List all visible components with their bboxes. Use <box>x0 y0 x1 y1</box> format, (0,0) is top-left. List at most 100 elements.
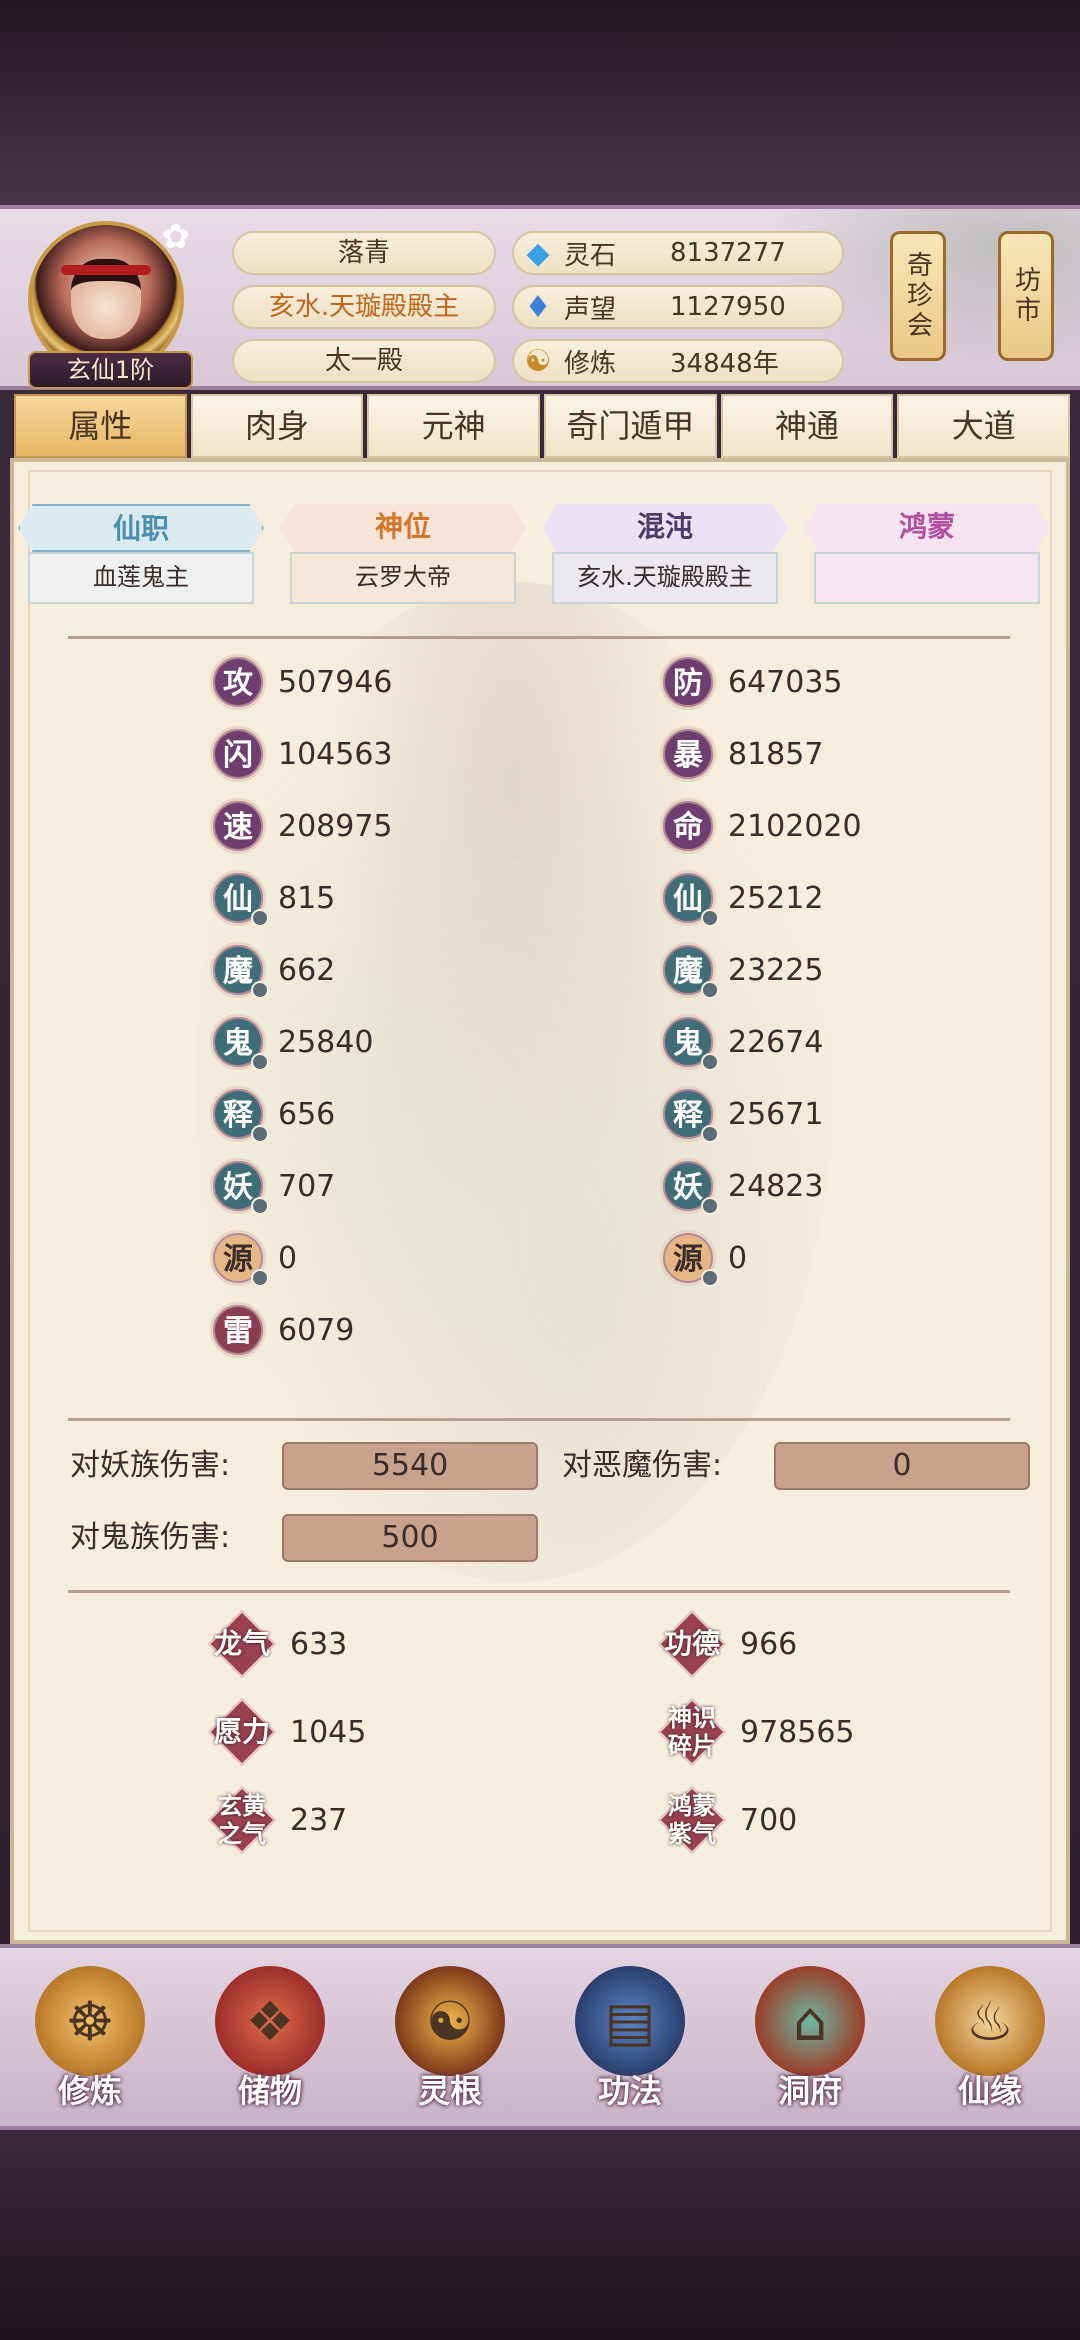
stat-char: 鬼 <box>673 1026 703 1061</box>
stat-ghost-atk: 鬼 25840 <box>210 1012 373 1072</box>
spirit-stone-icon: ◆ <box>526 235 550 271</box>
bottom-background <box>0 2130 1080 2340</box>
spiral-icon: ☯ <box>395 1966 505 2076</box>
damage-value: 5540 <box>282 1442 538 1490</box>
nav-spirit-root[interactable]: ☯ 灵根 <box>370 1942 530 2112</box>
stat-char: 释 <box>223 1098 253 1133</box>
stat-badge: 雷 <box>210 1302 266 1358</box>
title-tag-hongmeng[interactable]: 鸿蒙 <box>804 504 1050 552</box>
misc-label: 鸿蒙紫气 <box>668 1792 716 1848</box>
divider <box>68 1418 1010 1421</box>
info-icon <box>251 1197 269 1215</box>
misc-badge: 龙气 <box>210 1612 274 1676</box>
market-button[interactable]: 坊市 <box>998 231 1054 361</box>
player-header: ✿ 玄仙1阶 落青 亥水.天璇殿殿主 太一殿 ◆ 灵石 8137277 ♦ 声望… <box>0 205 1080 390</box>
top-background <box>0 0 1080 205</box>
divider <box>68 1590 1010 1593</box>
monk-icon: ☸ <box>35 1966 145 2076</box>
stat-badge: 防 <box>660 654 716 710</box>
shield-icon <box>701 909 719 927</box>
misc-label: 功德 <box>663 1627 720 1660</box>
stat-value: 815 <box>278 880 336 916</box>
title-value-hongmeng <box>814 552 1040 604</box>
nav-storage[interactable]: ❖ 储物 <box>190 1942 350 2112</box>
stat-source-atk: 源 0 <box>210 1228 297 1288</box>
resource-label: 声望 <box>564 294 617 325</box>
avatar[interactable]: ✿ 玄仙1阶 <box>28 217 193 389</box>
stat-attack: 攻 507946 <box>210 652 393 712</box>
resource-value: 1127950 <box>670 292 786 322</box>
nav-fate[interactable]: ♨ 仙缘 <box>910 1942 1070 2112</box>
nav-cave[interactable]: ⌂ 洞府 <box>730 1942 890 2112</box>
stat-char: 魔 <box>673 954 703 989</box>
player-name: 落青 <box>232 231 496 275</box>
stat-value: 208975 <box>278 808 393 844</box>
stat-char: 仙 <box>673 882 703 917</box>
tab-body[interactable]: 肉身 <box>190 394 364 458</box>
tab-attributes[interactable]: 属性 <box>14 394 187 458</box>
tab-qimen[interactable]: 奇门遁甲 <box>544 394 717 458</box>
title-value-divine-seat: 云罗大帝 <box>290 552 516 604</box>
resource-value: 8137277 <box>670 238 786 268</box>
resource-value: 34848年 <box>670 348 779 379</box>
treasure-button[interactable]: 奇珍会 <box>890 231 946 361</box>
title-tag-divine-seat[interactable]: 神位 <box>280 504 526 552</box>
stat-badge: 魔 <box>660 942 719 999</box>
stat-demon-def: 魔 23225 <box>660 940 823 1000</box>
palace-icon: ⌂ <box>755 1966 865 2076</box>
reputation-icon: ♦ <box>524 289 552 325</box>
book-icon: ▤ <box>575 1966 685 2076</box>
stat-value: 507946 <box>278 664 393 700</box>
info-icon <box>251 1053 269 1071</box>
nav-label: 灵根 <box>417 2072 482 2110</box>
stat-char: 鬼 <box>223 1026 253 1061</box>
stat-value: 656 <box>278 1096 336 1132</box>
stat-badge: 释 <box>660 1086 719 1143</box>
damage-label: 对妖族伤害: <box>70 1448 231 1483</box>
stat-badge: 鬼 <box>210 1014 269 1071</box>
stat-value: 647035 <box>728 664 843 700</box>
stat-char: 仙 <box>223 882 253 917</box>
misc-label: 龙气 <box>213 1627 270 1660</box>
stat-value: 6079 <box>278 1312 355 1348</box>
tab-spirit[interactable]: 元神 <box>367 394 541 458</box>
stat-value: 23225 <box>728 952 824 988</box>
stat-char: 释 <box>673 1098 703 1133</box>
flower-icon: ✿ <box>161 217 191 257</box>
tab-dao[interactable]: 大道 <box>897 394 1071 458</box>
stat-badge: 仙 <box>660 870 719 927</box>
misc-badge: 鸿蒙紫气 <box>660 1788 724 1852</box>
stat-value: 25212 <box>728 880 824 916</box>
stat-buddha-def: 释 25671 <box>660 1084 823 1144</box>
nav-cultivate[interactable]: ☸ 修炼 <box>10 1942 170 2112</box>
stat-badge: 释 <box>210 1086 269 1143</box>
misc-value: 700 <box>740 1802 798 1838</box>
tab-powers[interactable]: 神通 <box>720 394 894 458</box>
stat-badge: 鬼 <box>660 1014 719 1071</box>
stat-value: 0 <box>728 1240 748 1276</box>
stat-yao-atk: 妖 707 <box>210 1156 335 1216</box>
stat-badge: 妖 <box>210 1158 269 1215</box>
nav-techniques[interactable]: ▤ 功法 <box>550 1942 710 2112</box>
title-tag-immortal-post[interactable]: 仙职 <box>18 504 264 552</box>
resource-reputation: ♦ 声望 1127950 <box>512 285 844 329</box>
stat-badge: 速 <box>210 798 266 854</box>
stat-source-def: 源 0 <box>660 1228 747 1288</box>
resource-spirit-stone: ◆ 灵石 8137277 <box>512 231 844 275</box>
title-value-chaos: 亥水.天璇殿殿主 <box>552 552 778 604</box>
damage-value: 500 <box>282 1514 538 1562</box>
stat-value: 707 <box>278 1168 336 1204</box>
misc-soul-fragment: 神识碎片 978565 <box>660 1700 855 1764</box>
misc-value: 966 <box>740 1626 798 1662</box>
misc-merit: 功德 966 <box>660 1612 797 1676</box>
stat-immortal-atk: 仙 815 <box>210 868 335 928</box>
stat-badge: 妖 <box>660 1158 719 1215</box>
title-tag-chaos[interactable]: 混沌 <box>542 504 788 552</box>
stat-speed: 速 208975 <box>210 796 393 856</box>
gourd-icon: ♨ <box>935 1966 1045 2076</box>
shield-icon <box>701 1125 719 1143</box>
misc-badge: 神识碎片 <box>660 1700 724 1764</box>
nav-label: 修炼 <box>57 2072 122 2110</box>
stat-hp: 命 2102020 <box>660 796 862 856</box>
avatar-headband <box>61 265 151 275</box>
